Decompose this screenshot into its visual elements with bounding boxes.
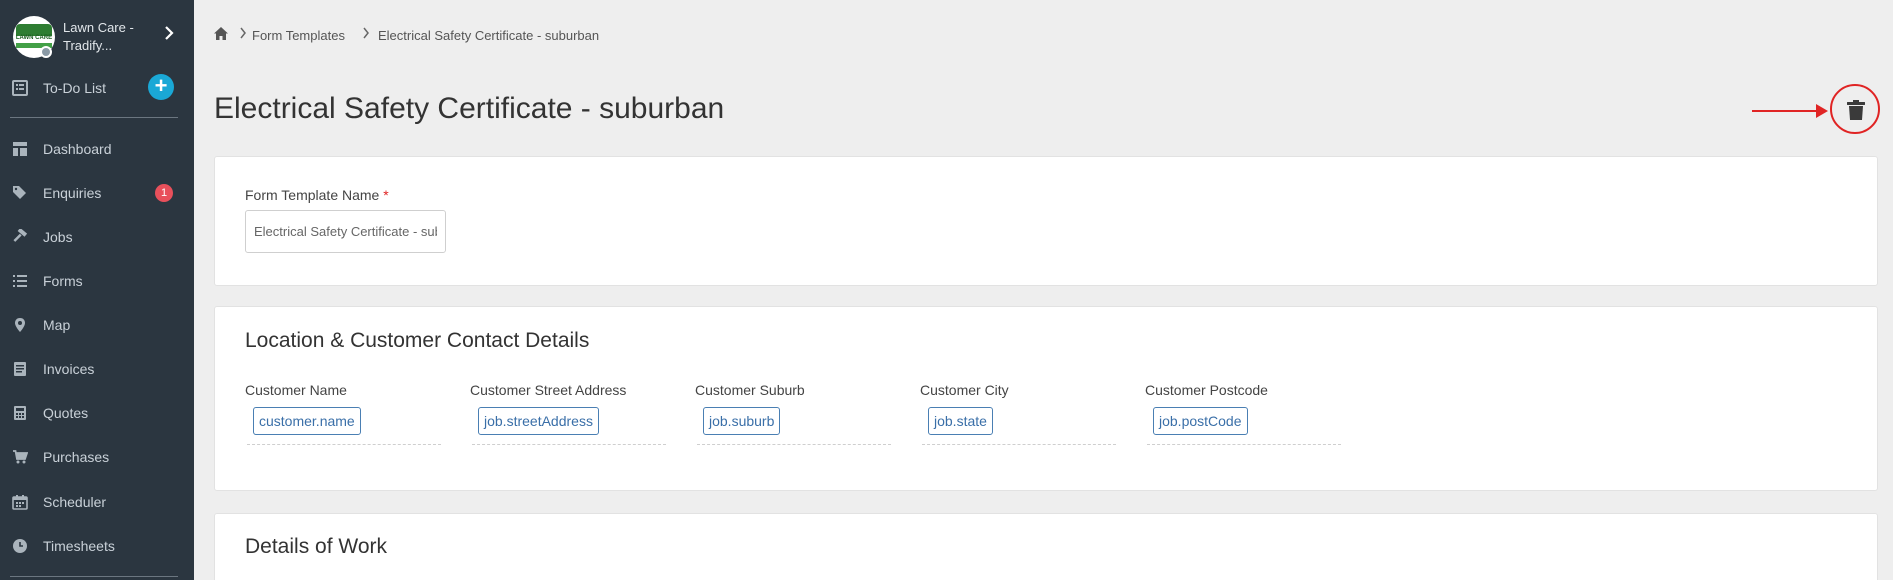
merge-field-tag[interactable]: job.suburb [703,407,781,435]
chevron-right-icon [239,27,247,42]
logo-text: LAWN CARE [15,35,53,41]
template-name-label: Form Template Name * [245,187,389,203]
customer-street-field: Customer Street Address job.streetAddres… [470,382,670,452]
sidebar-item-label: Dashboard [43,141,112,157]
breadcrumb-form-templates[interactable]: Form Templates [252,28,345,43]
annotation-arrow-head [1816,104,1828,118]
home-icon[interactable] [213,26,229,42]
sidebar-item-forms[interactable]: Forms [0,263,194,299]
add-todo-button[interactable]: + [148,74,174,100]
field-label: Customer Street Address [470,382,627,398]
divider [10,576,178,577]
customer-postcode-field: Customer Postcode job.postCode [1145,382,1345,452]
sidebar-item-scheduler[interactable]: Scheduler [0,484,194,520]
list-icon [12,273,28,289]
details-of-work-card: Details of Work [214,513,1878,580]
company-name: Lawn Care - Tradify... [63,20,134,53]
breadcrumb-current: Electrical Safety Certificate - suburban [378,28,600,43]
invoice-icon [12,361,28,377]
field-label: Customer Postcode [1145,382,1268,398]
sidebar-item-timesheets[interactable]: Timesheets [0,528,194,564]
annotation-arrow [1752,110,1820,112]
sidebar-item-jobs[interactable]: Jobs [0,219,194,255]
field-underline [1147,444,1341,445]
sidebar-item-label: Purchases [43,449,110,465]
section-title: Details of Work [245,535,387,558]
sidebar-item-label: Timesheets [43,538,115,554]
sidebar-item-label: Forms [43,273,83,289]
field-label: Customer City [920,382,1009,398]
field-label: Customer Suburb [695,382,805,398]
sidebar-item-label: To-Do List [43,80,107,96]
delete-button[interactable] [1830,84,1880,134]
field-underline [247,444,441,445]
template-name-input[interactable] [245,210,446,253]
field-underline [697,444,891,445]
divider [10,117,178,118]
sidebar-item-purchases[interactable]: Purchases [0,439,194,475]
sidebar-item-label: Jobs [43,229,73,245]
merge-field-tag[interactable]: job.postCode [1153,407,1248,435]
sidebar-item-label: Scheduler [43,494,107,510]
clock-icon [12,538,28,554]
sidebar-item-label: Enquiries [43,185,102,201]
account-switcher[interactable]: LAWN CARE Lawn Care - Tradify... [0,0,194,70]
sidebar-item-label: Quotes [43,405,89,421]
enquiries-count-badge: 1 [155,184,173,202]
tags-icon [12,185,28,201]
sidebar-item-invoices[interactable]: Invoices [0,351,194,387]
trash-icon [1847,100,1865,120]
sidebar-item-map[interactable]: Map [0,307,194,343]
field-underline [922,444,1116,445]
merge-field-tag[interactable]: job.streetAddress [478,407,599,435]
page-title: Electrical Safety Certificate - suburban [214,92,725,125]
calculator-icon [12,405,28,421]
customer-name-field: Customer Name customer.name [245,382,445,452]
customer-suburb-field: Customer Suburb job.suburb [695,382,895,452]
location-details-card: Location & Customer Contact Details Cust… [214,306,1878,491]
chevron-right-icon [362,27,370,42]
field-label: Customer Name [245,382,347,398]
merge-field-tag[interactable]: customer.name [253,407,361,435]
sidebar: LAWN CARE Lawn Care - Tradify... To-Do L… [0,0,194,580]
chevron-right-icon [164,26,178,42]
status-dot [40,46,52,58]
required-asterisk: * [383,187,389,203]
hammer-icon [12,227,28,245]
todo-icon [12,80,28,96]
sidebar-item-label: Map [43,317,71,333]
merge-field-tag[interactable]: job.state [928,407,993,435]
customer-city-field: Customer City job.state [920,382,1120,452]
dashboard-icon [12,141,28,157]
cart-icon [12,449,29,465]
sidebar-item-quotes[interactable]: Quotes [0,395,194,431]
template-name-card: Form Template Name * [214,156,1878,286]
calendar-icon [12,494,28,510]
field-underline [472,444,666,445]
sidebar-item-dashboard[interactable]: Dashboard [0,131,194,167]
map-pin-icon [12,317,28,333]
sidebar-item-label: Invoices [43,361,95,377]
section-title: Location & Customer Contact Details [245,329,590,352]
